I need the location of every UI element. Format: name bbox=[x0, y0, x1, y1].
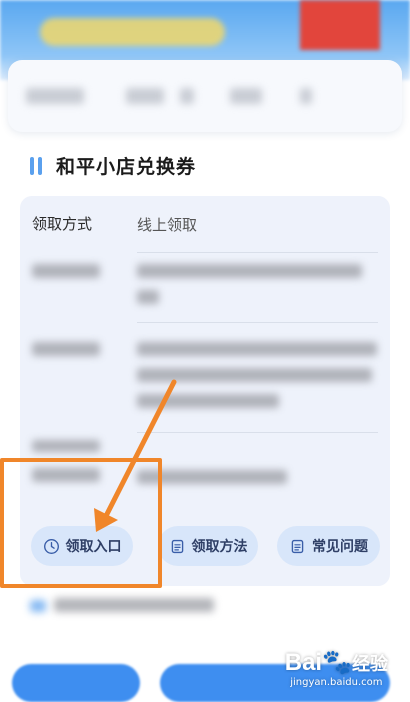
row-divider bbox=[137, 252, 378, 253]
nav-item[interactable] bbox=[300, 88, 312, 104]
document-icon bbox=[171, 539, 183, 553]
annotation-highlight-box bbox=[0, 458, 162, 588]
blurred-label bbox=[32, 342, 100, 356]
nav-item[interactable] bbox=[180, 88, 194, 104]
row-divider bbox=[137, 432, 378, 433]
banner-red-badge bbox=[300, 0, 380, 50]
claim-method-label: 领取方法 bbox=[191, 539, 248, 555]
bottom-button-left[interactable] bbox=[12, 664, 140, 702]
method-value: 线上领取 bbox=[137, 216, 198, 234]
blurred-value bbox=[137, 368, 372, 382]
blurred-value bbox=[137, 290, 159, 304]
section-title: 和平小店兑换券 bbox=[56, 156, 197, 178]
banner-promo-pill[interactable] bbox=[40, 18, 225, 46]
title-marker-icon bbox=[30, 156, 42, 175]
faq-label: 常见问题 bbox=[312, 539, 368, 555]
watermark-brand: Bai bbox=[284, 649, 323, 676]
nav-item[interactable] bbox=[26, 88, 84, 104]
nav-item[interactable] bbox=[230, 88, 262, 104]
faq-button[interactable]: 常见问题 bbox=[277, 526, 380, 566]
nav-card bbox=[8, 60, 402, 132]
watermark-brand-suffix: 经验 bbox=[352, 654, 388, 674]
section-header: 和平小店兑换券 bbox=[30, 152, 196, 179]
baidu-jingyan-watermark: Bai🐾经验 jingyan.baidu.com bbox=[284, 649, 388, 688]
claim-method-button[interactable]: 领取方法 bbox=[158, 526, 258, 566]
blurred-value bbox=[137, 342, 377, 356]
blurred-footer-text bbox=[30, 598, 215, 616]
nav-item[interactable] bbox=[126, 88, 164, 104]
blurred-label bbox=[32, 264, 100, 278]
blurred-label bbox=[32, 440, 100, 452]
document-icon bbox=[291, 539, 304, 553]
method-label: 领取方式 bbox=[32, 215, 93, 233]
blurred-value bbox=[137, 264, 362, 278]
row-divider bbox=[137, 322, 378, 323]
blurred-value bbox=[137, 394, 279, 408]
watermark-url: jingyan.baidu.com bbox=[290, 677, 383, 688]
